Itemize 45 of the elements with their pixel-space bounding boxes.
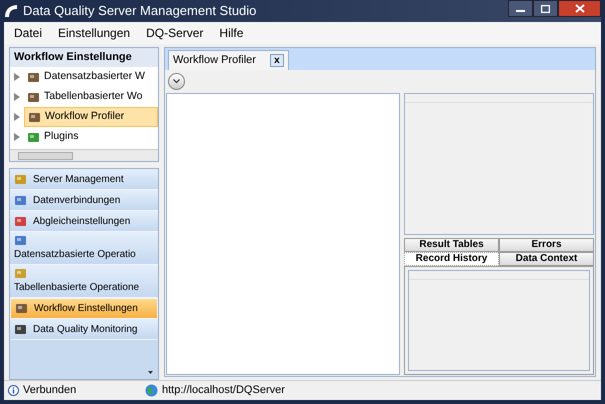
editor-tab[interactable]: Workflow Profiler x <box>168 50 289 70</box>
expand-arrow-icon[interactable] <box>14 113 20 121</box>
nav-button[interactable]: Server Management <box>10 169 158 190</box>
nav-button[interactable]: Tabellenbasierte Operatione <box>10 265 158 298</box>
server-url: http://localhost/DQServer <box>162 383 285 398</box>
maximize-icon <box>541 4 550 12</box>
panel-header: Workflow Einstellunge <box>14 50 132 66</box>
window-title: Data Quality Server Management Studio <box>23 2 256 20</box>
menu-item[interactable]: Einstellungen <box>58 24 130 42</box>
expand-arrow-icon[interactable] <box>14 133 20 141</box>
nav-button[interactable]: Abgleicheinstellungen <box>10 211 158 232</box>
scrollbar[interactable] <box>10 149 158 161</box>
menu-item[interactable]: DQ-Server <box>146 24 204 42</box>
menu-item[interactable]: Datei <box>14 24 42 42</box>
tree-item[interactable]: Tabellenbasierter Wo <box>24 87 158 107</box>
close-button[interactable] <box>558 0 601 17</box>
collapse-toggle-button[interactable] <box>168 72 185 90</box>
detail-tab[interactable]: Data Context <box>499 252 594 266</box>
close-tab-button[interactable]: x <box>270 54 284 67</box>
connection-status: Verbunden <box>23 383 78 398</box>
tree-item-label: Datensatzbasierter W <box>44 69 145 84</box>
info-icon <box>8 385 19 396</box>
globe-icon <box>145 384 158 397</box>
nav-button[interactable]: Workflow Einstellungen <box>10 298 158 319</box>
app-logo-icon <box>4 4 18 18</box>
tree-item[interactable]: Plugins <box>24 127 158 147</box>
chevron-down-icon <box>173 79 180 83</box>
tree-item-label: Tabellenbasierter Wo <box>44 89 142 104</box>
minimize-button[interactable] <box>508 0 533 17</box>
nav-button[interactable]: Datensatzbasierte Operatio <box>10 232 158 265</box>
nav-button[interactable]: Datenverbindungen <box>10 190 158 211</box>
menu-item[interactable]: Hilfe <box>219 24 244 42</box>
expand-arrow-icon[interactable] <box>14 93 20 101</box>
nav-button[interactable]: Data Quality Monitoring <box>10 319 158 340</box>
tree-item[interactable]: Datensatzbasierter W <box>24 67 158 87</box>
expand-arrow-icon[interactable] <box>14 73 20 81</box>
maximize-button[interactable] <box>533 0 558 17</box>
close-icon <box>574 4 584 13</box>
tree-item-label: Plugins <box>44 129 78 144</box>
tree-item[interactable]: Workflow Profiler <box>24 107 158 127</box>
chevron-down-icon[interactable] <box>148 371 153 374</box>
tree-item-label: Workflow Profiler <box>45 109 124 124</box>
detail-tab[interactable]: Errors <box>499 238 594 252</box>
detail-tab[interactable]: Result Tables <box>404 238 499 252</box>
detail-tab[interactable]: Record History <box>404 252 499 266</box>
